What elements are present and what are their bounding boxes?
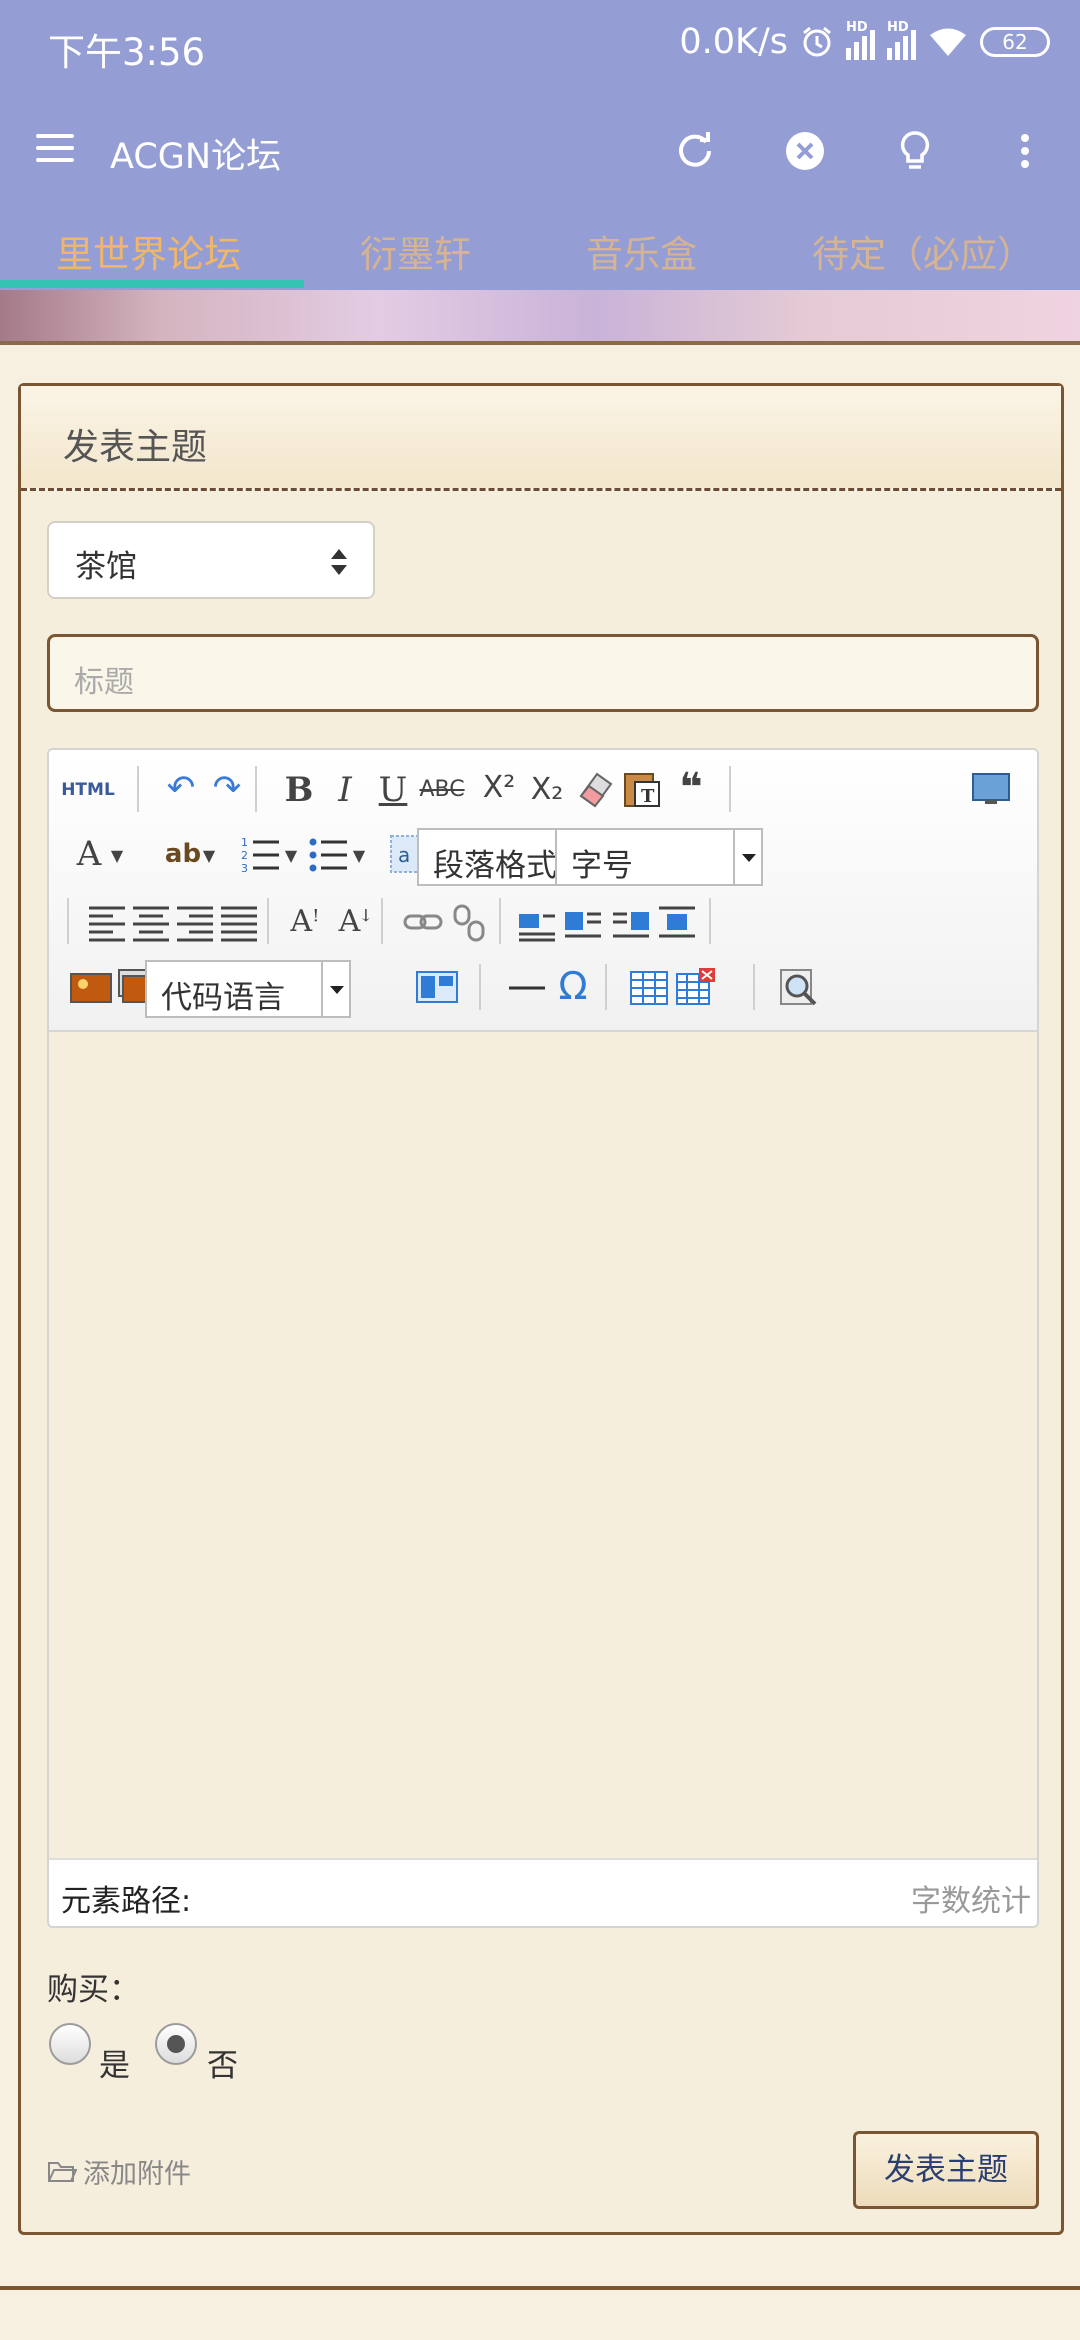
title-placeholder: 标题 <box>74 665 134 700</box>
svg-text:T: T <box>641 786 655 807</box>
bold-icon[interactable]: B <box>277 768 321 812</box>
word-count-label: 字数统计 <box>911 1884 1031 1919</box>
delete-table-icon[interactable] <box>673 966 717 1010</box>
align-justify-icon[interactable] <box>217 900 261 944</box>
code-language-dropdown[interactable]: 代码语言 <box>145 960 351 1018</box>
image-left-icon[interactable] <box>561 900 605 944</box>
tab-indicator <box>0 280 304 288</box>
insert-image-icon[interactable] <box>69 966 113 1010</box>
more-vert-icon[interactable] <box>1000 126 1050 176</box>
align-right-icon[interactable] <box>173 900 217 944</box>
submit-post-button[interactable]: 发表主题 <box>853 2131 1039 2209</box>
tab-pending[interactable]: 待定（必应） <box>812 224 1034 278</box>
svg-text:a: a <box>398 843 410 867</box>
blockquote-icon[interactable]: ❝ <box>669 766 713 810</box>
select-arrows-icon <box>331 549 347 575</box>
code-language-label: 代码语言 <box>161 980 285 1016</box>
unlink-icon[interactable] <box>447 900 491 944</box>
net-speed: 0.0K/s <box>679 22 788 62</box>
rich-text-editor: HTML ↶ ↷ B I U ABC X² X₂ T ❝ A ▼ ab ▼ 1 … <box>47 748 1039 1928</box>
signal-icon-2: HD <box>887 20 916 60</box>
purchase-yes-radio[interactable] <box>49 2023 91 2065</box>
tab-music-box[interactable]: 音乐盒 <box>586 224 697 278</box>
menu-icon[interactable] <box>36 134 74 164</box>
app-title: ACGN论坛 <box>110 137 282 177</box>
unordered-list-dropdown-icon[interactable]: ▼ <box>349 834 369 878</box>
html-source-icon[interactable]: HTML <box>59 768 117 812</box>
italic-icon[interactable]: I <box>323 768 367 812</box>
image-none-icon[interactable] <box>515 900 559 944</box>
font-color-dropdown-icon[interactable]: ▼ <box>107 834 127 878</box>
align-left-icon[interactable] <box>85 900 129 944</box>
font-increase-icon[interactable]: Aꜝ <box>283 900 327 944</box>
battery-icon: 62 <box>980 27 1050 57</box>
tab-inner-world[interactable]: 里世界论坛 <box>56 224 241 278</box>
font-size-dropdown[interactable]: 字号 <box>555 828 763 886</box>
alarm-icon <box>803 26 831 57</box>
fullscreen-icon[interactable] <box>969 766 1013 810</box>
highlight-dropdown-icon[interactable]: ▼ <box>199 834 219 878</box>
folder-open-icon <box>48 2161 77 2182</box>
app-bar: ACGN论坛 <box>0 92 1080 210</box>
close-circle-icon[interactable] <box>780 126 830 176</box>
special-char-icon[interactable]: Ω <box>551 964 595 1008</box>
status-bar: 下午3:56 0.0K/s HD HD 62 <box>0 0 1080 92</box>
add-attachment-label: 添加附件 <box>83 2159 191 2190</box>
ordered-list-icon[interactable]: 123 <box>239 832 283 876</box>
card-title: 发表主题 <box>63 427 208 468</box>
purchase-label: 购买： <box>47 1972 140 2008</box>
purchase-yes-label: 是 <box>99 2048 130 2084</box>
eraser-icon[interactable] <box>573 766 617 810</box>
horizontal-rule-icon[interactable] <box>505 966 549 1010</box>
preview-icon[interactable] <box>777 966 821 1010</box>
svg-text:2: 2 <box>241 849 248 862</box>
paragraph-format-label: 段落格式 <box>433 848 557 884</box>
svg-text:1: 1 <box>241 836 248 849</box>
header-banner-image <box>0 290 1080 345</box>
editor-toolbar: HTML ↶ ↷ B I U ABC X² X₂ T ❝ A ▼ ab ▼ 1 … <box>49 750 1037 1032</box>
image-right-icon[interactable] <box>609 900 653 944</box>
forum-select[interactable]: 茶馆 <box>47 521 375 599</box>
purchase-no-radio[interactable] <box>155 2023 197 2065</box>
svg-text:3: 3 <box>241 862 248 875</box>
forum-select-value: 茶馆 <box>75 549 137 585</box>
undo-icon[interactable]: ↶ <box>159 766 203 810</box>
paste-text-icon[interactable]: T <box>619 766 663 810</box>
subscript-icon[interactable]: X₂ <box>525 768 569 812</box>
footer-divider <box>0 2286 1080 2290</box>
align-center-icon[interactable] <box>129 900 173 944</box>
strikethrough-icon[interactable]: ABC <box>415 768 469 812</box>
unordered-list-icon[interactable] <box>307 832 351 876</box>
underline-icon[interactable]: U <box>371 768 415 812</box>
hd-label-2: HD <box>887 20 909 35</box>
lightbulb-icon[interactable] <box>890 126 940 176</box>
tab-bar: 里世界论坛 衍墨轩 音乐盒 待定（必应） <box>0 210 1080 290</box>
add-attachment-link[interactable]: 添加附件 <box>47 2152 191 2191</box>
hd-label-1: HD <box>846 20 868 35</box>
wifi-icon <box>930 28 966 56</box>
redo-icon[interactable]: ↷ <box>205 766 249 810</box>
editor-content-area[interactable] <box>49 1032 1037 1858</box>
editor-status-bar: 元素路径: 字数统计 <box>49 1858 1037 1926</box>
ordered-list-dropdown-icon[interactable]: ▼ <box>281 834 301 878</box>
tab-yanmoxuan[interactable]: 衍墨轩 <box>360 224 471 278</box>
purchase-no-label: 否 <box>207 2048 238 2084</box>
font-color-icon[interactable]: A <box>67 832 111 876</box>
signal-icon-1: HD <box>846 20 875 60</box>
element-path-label: 元素路径: <box>61 1884 192 1919</box>
font-size-label: 字号 <box>571 848 633 884</box>
card-header: 发表主题 <box>21 386 1061 491</box>
font-decrease-icon[interactable]: Aꜜ <box>333 900 377 944</box>
status-icons: 0.0K/s HD HD 62 <box>679 20 1050 62</box>
insert-table-icon[interactable] <box>627 966 671 1010</box>
template-icon[interactable] <box>415 966 459 1010</box>
refresh-icon[interactable] <box>670 126 720 176</box>
status-time: 下午3:56 <box>48 31 206 74</box>
link-icon[interactable] <box>401 900 445 944</box>
title-input[interactable]: 标题 <box>47 634 1039 712</box>
post-card: 发表主题 茶馆 标题 HTML ↶ ↷ B I U ABC X² X₂ T ❝ … <box>18 383 1064 2235</box>
image-center-icon[interactable] <box>655 900 699 944</box>
superscript-icon[interactable]: X² <box>477 766 521 810</box>
